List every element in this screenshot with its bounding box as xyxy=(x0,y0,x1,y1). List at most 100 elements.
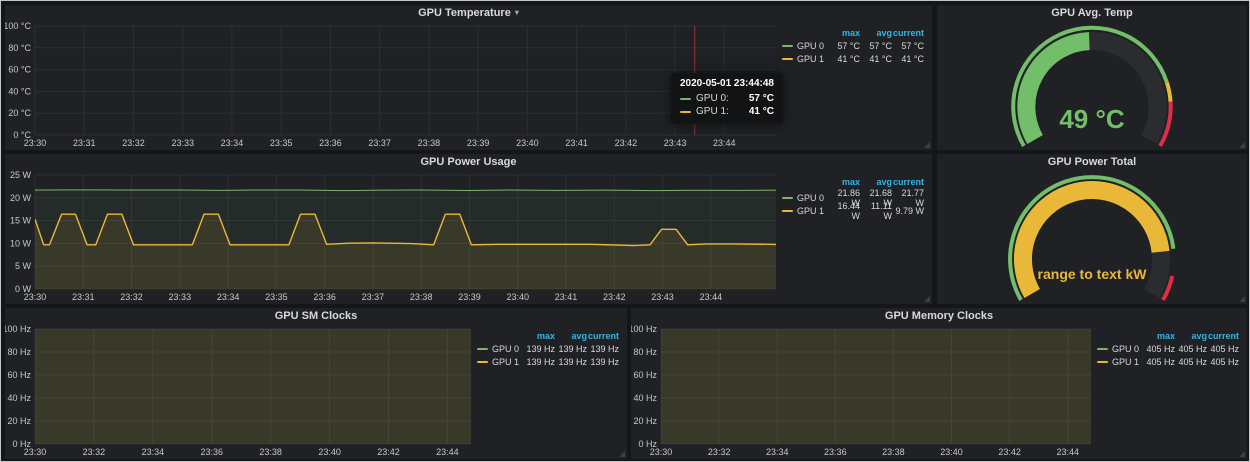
svg-text:100 °C: 100 °C xyxy=(5,21,31,31)
svg-text:20 W: 20 W xyxy=(10,193,32,203)
series-color-dash xyxy=(477,348,488,350)
legend-series-toggle[interactable]: GPU 1 xyxy=(477,357,523,367)
sm-clocks-chart[interactable]: 0 Hz20 Hz40 Hz60 Hz80 Hz100 Hz23:3023:32… xyxy=(5,323,477,459)
legend-series-toggle[interactable]: GPU 1 xyxy=(782,54,828,64)
legend-row-gpu0: GPU 0 139 Hz 139 Hz 139 Hz xyxy=(477,342,619,355)
svg-text:80 Hz: 80 Hz xyxy=(7,347,31,357)
svg-text:23:30: 23:30 xyxy=(650,447,673,457)
panel-header-gpu-temperature[interactable]: GPU Temperature ▾ xyxy=(5,5,932,20)
legend-value-current: 9.79 W xyxy=(892,206,924,216)
legend-gpu-memory-clocks: max avg current GPU 0 405 Hz 405 Hz 405 … xyxy=(1097,323,1247,459)
panel-header-gpu-memory-clocks[interactable]: GPU Memory Clocks xyxy=(631,308,1247,323)
panel-header-gpu-avg-temp[interactable]: GPU Avg. Temp xyxy=(937,5,1247,20)
legend-value-current: 405 Hz xyxy=(1207,344,1239,354)
temperature-chart[interactable]: 0 °C20 °C40 °C60 °C80 °C100 °C23:3023:31… xyxy=(5,20,782,150)
svg-text:23:35: 23:35 xyxy=(265,292,288,302)
legend-value-max: 41 °C xyxy=(828,54,860,64)
legend-row-gpu0: GPU 0 57 °C 57 °C 57 °C xyxy=(782,39,924,52)
svg-text:23:44: 23:44 xyxy=(713,138,736,148)
legend-header-avg[interactable]: avg xyxy=(860,177,892,187)
svg-text:23:32: 23:32 xyxy=(708,447,731,457)
legend-series-toggle[interactable]: GPU 1 xyxy=(1097,357,1143,367)
tooltip-row: GPU 1: 41 °C xyxy=(680,105,774,118)
panel-gpu-power-usage: GPU Power Usage 0 W5 W10 W15 W20 W25 W23… xyxy=(5,154,932,304)
panel-header-gpu-power-usage[interactable]: GPU Power Usage xyxy=(5,154,932,169)
tooltip-timestamp: 2020-05-01 23:44:48 xyxy=(680,78,774,89)
series-color-dash xyxy=(782,58,793,60)
svg-text:23:34: 23:34 xyxy=(221,138,244,148)
series-color-dash xyxy=(782,45,793,47)
legend-value-current: 405 Hz xyxy=(1207,357,1239,367)
svg-text:23:41: 23:41 xyxy=(565,138,588,148)
svg-text:23:40: 23:40 xyxy=(940,447,963,457)
svg-text:23:31: 23:31 xyxy=(73,138,96,148)
svg-text:20 Hz: 20 Hz xyxy=(7,416,31,426)
legend-row-gpu0: GPU 0 21.86 W 21.68 W 21.77 W xyxy=(782,188,924,201)
panel-header-gpu-power-total[interactable]: GPU Power Total xyxy=(937,154,1247,169)
legend-series-toggle[interactable]: GPU 0 xyxy=(782,41,828,51)
panel-title: GPU Temperature xyxy=(418,7,511,19)
panel-gpu-power-total: GPU Power Total range to text kW xyxy=(937,154,1247,304)
legend-header-avg[interactable]: avg xyxy=(555,331,587,341)
legend-series-toggle[interactable]: GPU 1 xyxy=(782,206,828,216)
legend-value-current: 21.77 W xyxy=(892,188,924,208)
svg-text:23:41: 23:41 xyxy=(555,292,578,302)
svg-text:23:30: 23:30 xyxy=(24,292,47,302)
legend-header-avg[interactable]: avg xyxy=(860,28,892,38)
legend-value-current: 139 Hz xyxy=(587,344,619,354)
svg-text:60 Hz: 60 Hz xyxy=(633,370,657,380)
svg-text:23:43: 23:43 xyxy=(664,138,687,148)
tooltip-series-value: 41 °C xyxy=(739,105,774,118)
legend-header-max[interactable]: max xyxy=(828,177,860,187)
memory-clocks-chart[interactable]: 0 Hz20 Hz40 Hz60 Hz80 Hz100 Hz23:3023:32… xyxy=(631,323,1097,459)
svg-text:80 °C: 80 °C xyxy=(8,43,31,53)
legend-value-avg: 405 Hz xyxy=(1175,357,1207,367)
legend-header-avg[interactable]: avg xyxy=(1175,331,1207,341)
power-usage-chart[interactable]: 0 W5 W10 W15 W20 W25 W23:3023:3123:3223:… xyxy=(5,169,782,304)
svg-text:60 Hz: 60 Hz xyxy=(7,370,31,380)
svg-text:25 W: 25 W xyxy=(10,170,32,180)
tooltip-series-value: 57 °C xyxy=(739,92,774,105)
svg-text:23:31: 23:31 xyxy=(72,292,95,302)
legend-value-current: 41 °C xyxy=(892,54,924,64)
legend-gpu-power: max avg current GPU 0 21.86 W 21.68 W 21… xyxy=(782,169,932,304)
panel-title: GPU Memory Clocks xyxy=(885,310,993,322)
svg-text:40 Hz: 40 Hz xyxy=(7,393,31,403)
tooltip-series-name: GPU 0: xyxy=(696,92,729,105)
svg-text:80 Hz: 80 Hz xyxy=(633,347,657,357)
svg-text:23:35: 23:35 xyxy=(270,138,293,148)
legend-value-avg: 139 Hz xyxy=(555,344,587,354)
legend-header-current[interactable]: current xyxy=(1207,331,1239,341)
svg-text:23:42: 23:42 xyxy=(377,447,400,457)
legend-value-avg: 139 Hz xyxy=(555,357,587,367)
panel-header-gpu-sm-clocks[interactable]: GPU SM Clocks xyxy=(5,308,627,323)
svg-text:23:36: 23:36 xyxy=(200,447,223,457)
legend-series-toggle[interactable]: GPU 0 xyxy=(1097,344,1143,354)
legend-header-current[interactable]: current xyxy=(892,177,924,187)
svg-text:23:38: 23:38 xyxy=(418,138,441,148)
svg-text:23:32: 23:32 xyxy=(120,292,143,302)
legend-header-max[interactable]: max xyxy=(523,331,555,341)
svg-text:60 °C: 60 °C xyxy=(8,65,31,75)
svg-text:23:44: 23:44 xyxy=(436,447,459,457)
legend-header-current[interactable]: current xyxy=(892,28,924,38)
svg-text:100 Hz: 100 Hz xyxy=(631,324,657,334)
svg-text:23:34: 23:34 xyxy=(142,447,165,457)
gauge-value: range to text kW xyxy=(937,266,1247,282)
panel-title: GPU Power Total xyxy=(1048,156,1136,168)
legend-series-toggle[interactable]: GPU 0 xyxy=(477,344,523,354)
legend-header-max[interactable]: max xyxy=(1143,331,1175,341)
svg-text:20 Hz: 20 Hz xyxy=(633,416,657,426)
svg-text:23:34: 23:34 xyxy=(766,447,789,457)
chart-tooltip: 2020-05-01 23:44:48 GPU 0: 57 °C GPU 1: … xyxy=(671,73,783,124)
svg-text:23:36: 23:36 xyxy=(319,138,342,148)
panel-gpu-avg-temp: GPU Avg. Temp 49 °C xyxy=(937,5,1247,150)
svg-text:23:42: 23:42 xyxy=(603,292,626,302)
legend-gpu-temperature: max avg current GPU 0 57 °C 57 °C 57 °C xyxy=(782,20,932,150)
svg-text:100 Hz: 100 Hz xyxy=(5,324,31,334)
svg-text:23:30: 23:30 xyxy=(24,447,47,457)
svg-text:23:37: 23:37 xyxy=(368,138,391,148)
legend-header-current[interactable]: current xyxy=(587,331,619,341)
legend-header-max[interactable]: max xyxy=(828,28,860,38)
legend-series-toggle[interactable]: GPU 0 xyxy=(782,193,828,203)
